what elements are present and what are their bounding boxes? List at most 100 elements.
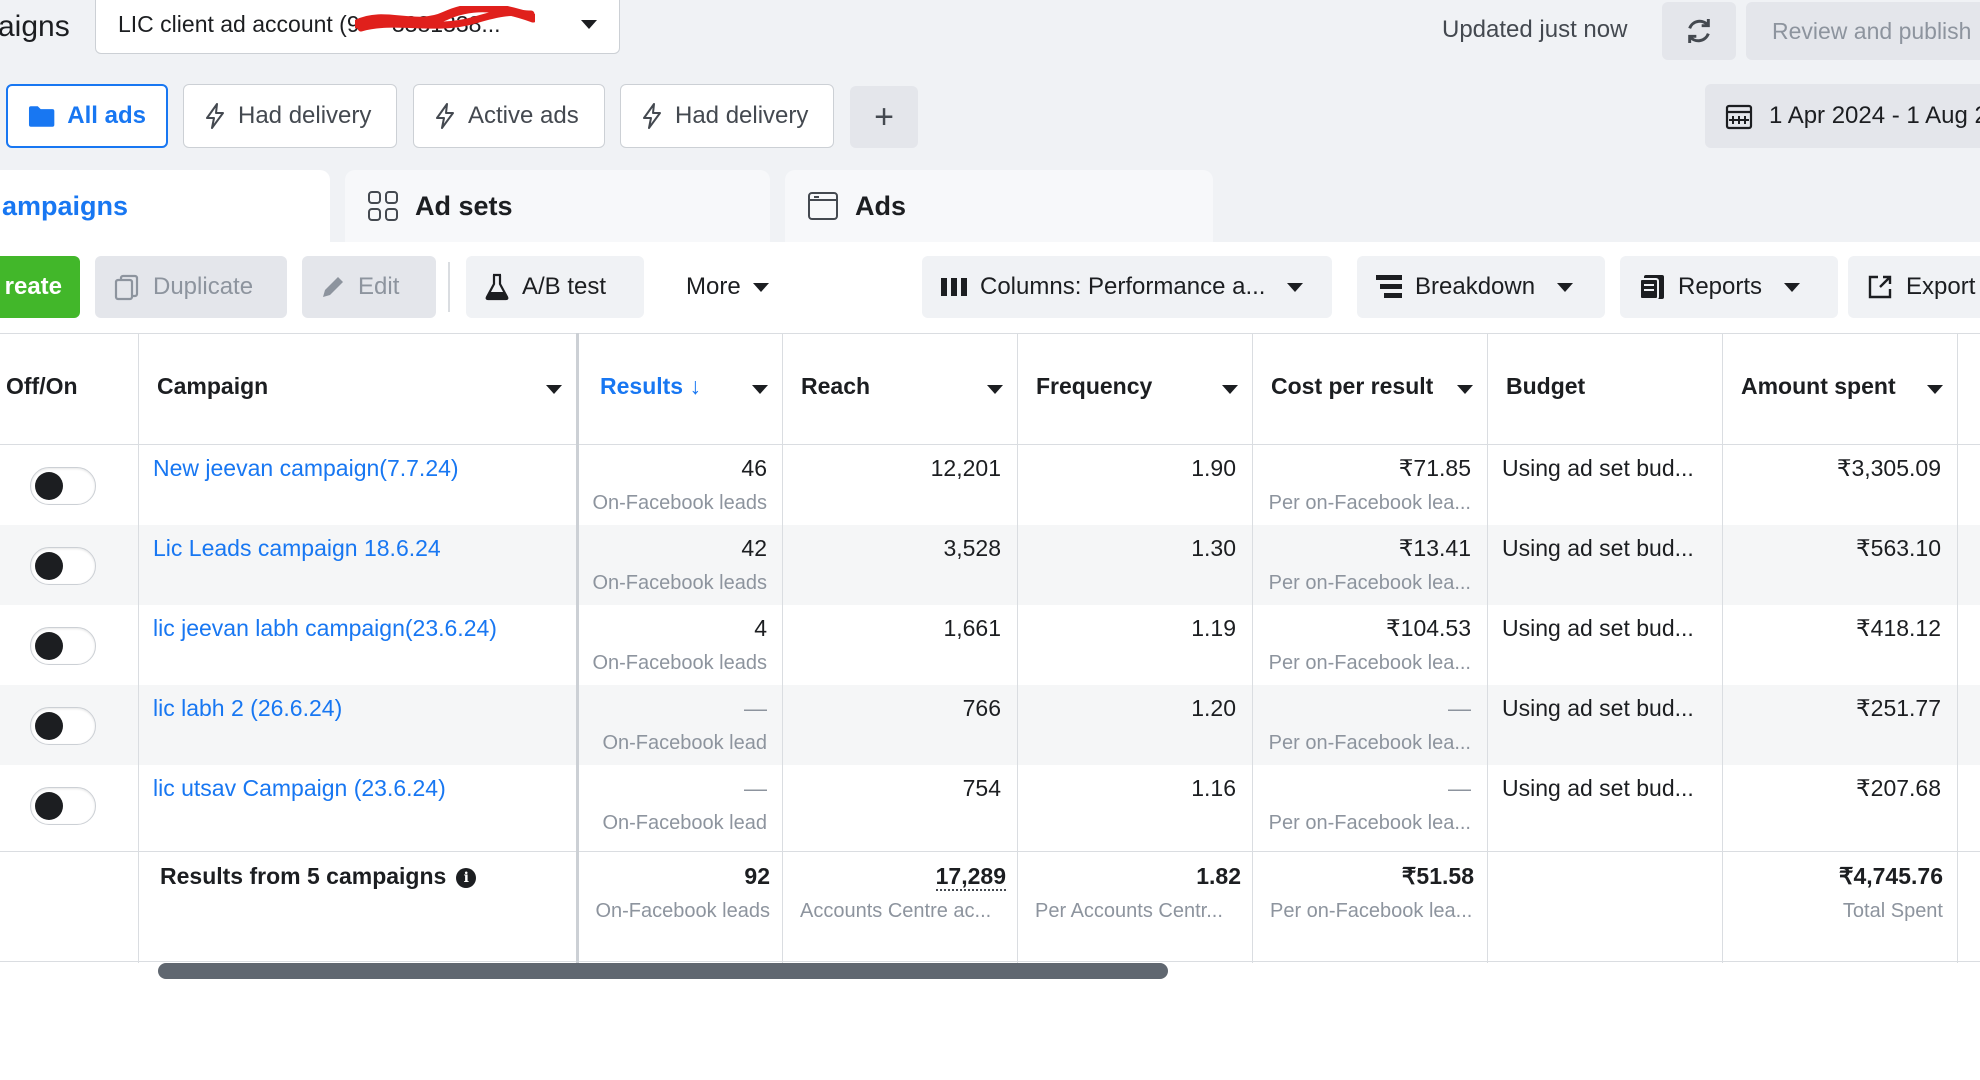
- results-value: 42: [741, 535, 767, 561]
- chevron-down-icon[interactable]: [752, 385, 768, 394]
- create-button[interactable]: reate: [0, 256, 80, 318]
- filter-chip-all-ads[interactable]: All ads: [6, 84, 168, 148]
- duplicate-button[interactable]: Duplicate: [95, 256, 287, 318]
- summary-frequency: 1.82: [1196, 863, 1241, 889]
- campaign-toggle[interactable]: [30, 707, 96, 745]
- reach-value: 3,528: [943, 535, 1001, 561]
- duplicate-label: Duplicate: [153, 273, 254, 300]
- campaign-toggle[interactable]: [30, 547, 96, 585]
- frozen-col-divider: [576, 333, 579, 963]
- filter-chip-had-delivery[interactable]: Had delivery: [183, 84, 397, 148]
- summary-cost-per-result: ₹51.58: [1401, 863, 1474, 889]
- reports-dropdown[interactable]: Reports: [1620, 256, 1838, 318]
- info-icon[interactable]: i: [456, 867, 477, 888]
- header-results[interactable]: Results ↓: [600, 373, 701, 400]
- breakdown-label: Breakdown: [1415, 273, 1536, 300]
- header-budget[interactable]: Budget: [1506, 373, 1585, 400]
- campaign-toggle[interactable]: [30, 627, 96, 665]
- chevron-down-icon[interactable]: [1457, 385, 1473, 394]
- edit-button[interactable]: Edit: [302, 256, 436, 318]
- cost-per-result-value: —: [1448, 695, 1471, 721]
- header-cost-per-result[interactable]: Cost per result: [1271, 373, 1433, 400]
- summary-reach-value[interactable]: 17,289: [935, 863, 1006, 891]
- chevron-down-icon[interactable]: [987, 385, 1003, 394]
- breakdown-dropdown[interactable]: Breakdown: [1357, 256, 1605, 318]
- chip-label: Had delivery: [238, 102, 372, 129]
- results-sublabel: On-Facebook leads: [592, 492, 767, 514]
- filter-chip-had-delivery-2[interactable]: Had delivery: [620, 84, 834, 148]
- date-range-picker[interactable]: 1 Apr 2024 - 1 Aug 2: [1705, 84, 1980, 148]
- reach-value: 1,661: [943, 615, 1001, 641]
- amount-spent-value: ₹563.10: [1856, 535, 1941, 561]
- summary-label-text: Results from 5 campaigns: [160, 863, 447, 889]
- export-icon: [1868, 275, 1892, 299]
- ab-test-button[interactable]: A/B test: [466, 256, 644, 318]
- results-value: 4: [754, 615, 767, 641]
- campaign-name-link[interactable]: lic utsav Campaign (23.6.24): [153, 775, 446, 802]
- export-button[interactable]: Export: [1848, 256, 1980, 318]
- cost-per-result-value: ₹104.53: [1386, 615, 1471, 641]
- budget-value: Using ad set bud...: [1502, 455, 1694, 481]
- more-label: More: [686, 273, 741, 300]
- columns-dropdown[interactable]: Columns: Performance a...: [922, 256, 1332, 318]
- tab-ad-sets[interactable]: Ad sets: [345, 170, 770, 242]
- reach-value: 12,201: [930, 455, 1001, 481]
- summary-reach-sublabel: Accounts Centre ac...: [800, 900, 992, 922]
- chevron-down-icon: [1557, 282, 1574, 292]
- refresh-icon: [1688, 19, 1710, 43]
- tab-ads[interactable]: Ads: [785, 170, 1213, 242]
- campaigns-table: Off/On Campaign Results ↓ Reach Frequenc…: [0, 333, 1980, 963]
- toggle-knob: [35, 632, 63, 660]
- lightning-icon: [206, 103, 224, 129]
- header-amount-spent[interactable]: Amount spent: [1741, 373, 1896, 400]
- results-sublabel: On-Facebook leads: [592, 652, 767, 674]
- budget-value: Using ad set bud...: [1502, 695, 1694, 721]
- filter-chip-active-ads[interactable]: Active ads: [413, 84, 605, 148]
- frequency-value: 1.30: [1191, 535, 1236, 561]
- more-dropdown[interactable]: More: [668, 256, 794, 318]
- grid-icon: [368, 191, 398, 221]
- cost-per-result-sublabel: Per on-Facebook lea...: [1268, 572, 1471, 594]
- columns-icon: [941, 278, 967, 296]
- header-campaign[interactable]: Campaign: [157, 373, 268, 400]
- chevron-down-icon[interactable]: [1222, 385, 1238, 394]
- col-divider: [1252, 333, 1253, 963]
- frequency-value: 1.20: [1191, 695, 1236, 721]
- chevron-down-icon[interactable]: [546, 385, 562, 394]
- budget-value: Using ad set bud...: [1502, 615, 1694, 641]
- refresh-button[interactable]: [1662, 2, 1736, 60]
- lightning-icon: [643, 103, 661, 129]
- toggle-knob: [35, 792, 63, 820]
- amount-spent-value: ₹251.77: [1856, 695, 1941, 721]
- edit-label: Edit: [358, 273, 400, 300]
- chevron-down-icon: [581, 19, 597, 29]
- campaign-toggle[interactable]: [30, 467, 96, 505]
- col-divider: [1722, 333, 1723, 963]
- campaign-name-link[interactable]: lic labh 2 (26.6.24): [153, 695, 342, 722]
- chip-label: All ads: [67, 102, 146, 129]
- campaign-name-link[interactable]: lic jeevan labh campaign(23.6.24): [153, 615, 497, 642]
- reach-value: 766: [962, 695, 1001, 721]
- tab-campaigns[interactable]: ampaigns: [0, 170, 330, 242]
- campaign-name-link[interactable]: New jeevan campaign(7.7.24): [153, 455, 459, 482]
- summary-frequency-sublabel: Per Accounts Centr...: [1035, 900, 1223, 922]
- col-divider: [138, 333, 139, 963]
- calendar-icon: [1725, 104, 1753, 130]
- header-frequency[interactable]: Frequency: [1036, 373, 1152, 400]
- horizontal-scrollbar[interactable]: [158, 963, 1168, 979]
- add-filter-button[interactable]: +: [850, 86, 918, 148]
- tab-label: ampaigns: [2, 190, 129, 221]
- toolbar-divider: [448, 262, 450, 312]
- results-value: —: [744, 775, 767, 801]
- cost-per-result-sublabel: Per on-Facebook lea...: [1268, 812, 1471, 834]
- review-and-publish-button[interactable]: Review and publish: [1746, 2, 1980, 60]
- campaign-toggle[interactable]: [30, 787, 96, 825]
- header-reach[interactable]: Reach: [801, 373, 870, 400]
- pencil-icon: [323, 277, 343, 297]
- chevron-down-icon[interactable]: [1927, 385, 1943, 394]
- results-sublabel: On-Facebook lead: [602, 812, 767, 834]
- campaign-name-link[interactable]: Lic Leads campaign 18.6.24: [153, 535, 441, 562]
- chevron-down-icon: [752, 282, 769, 292]
- results-value: 46: [741, 455, 767, 481]
- summary-reach: 17,289: [788, 863, 1006, 891]
